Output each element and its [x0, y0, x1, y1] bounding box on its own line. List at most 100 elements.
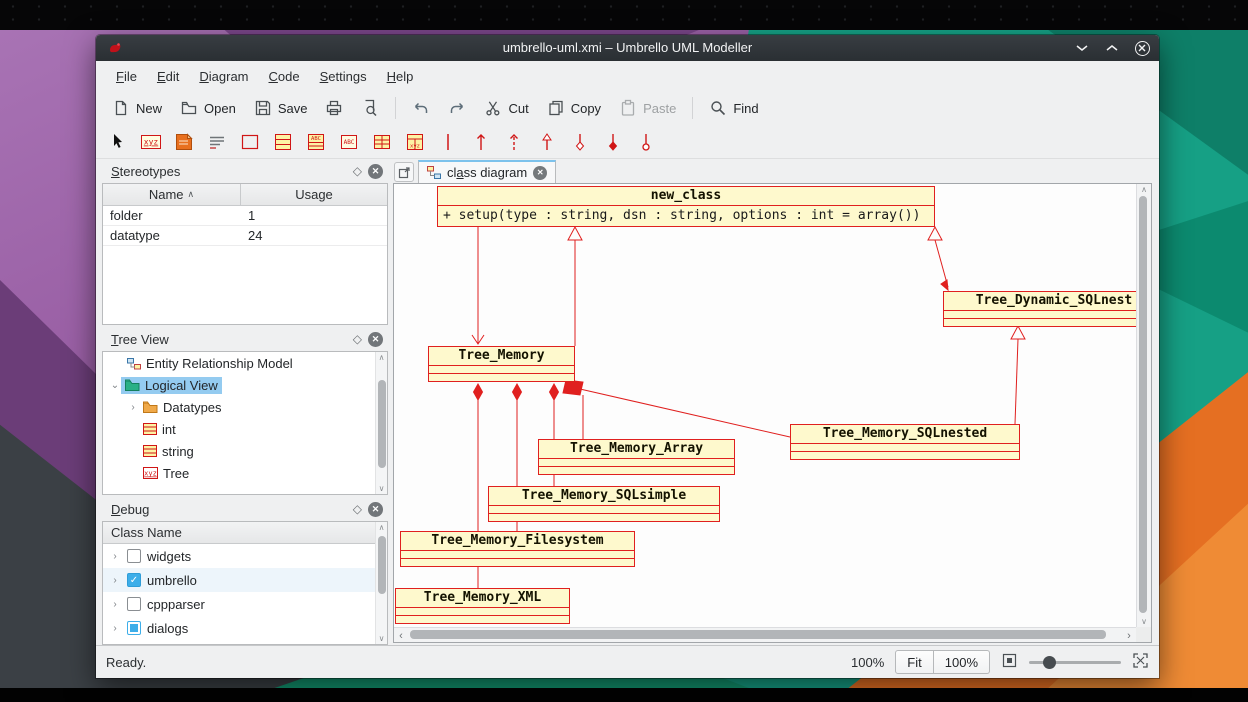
open-button[interactable]: Open [172, 95, 244, 121]
copy-button[interactable]: Copy [539, 95, 609, 121]
checkbox-partial[interactable] [127, 621, 141, 635]
expander-expanded-icon[interactable]: ⌄ [109, 380, 121, 391]
scroll-up-icon[interactable]: ∧ [376, 523, 387, 532]
text-tool[interactable] [205, 130, 229, 154]
zoom-100-button[interactable]: 100% [934, 650, 990, 674]
table-row[interactable]: datatype 24 [103, 226, 387, 246]
dock-float-icon[interactable]: ◇ [353, 333, 362, 345]
scroll-down-icon[interactable]: ∨ [1137, 617, 1151, 626]
menu-code[interactable]: Code [259, 64, 310, 89]
save-button[interactable]: Save [246, 95, 316, 121]
uml-class-tree-dynamic-sqlnest[interactable]: Tree_Dynamic_SQLnest [943, 291, 1136, 327]
tree-item-datatypes[interactable]: › Datatypes [103, 396, 387, 418]
association-tool[interactable] [436, 130, 460, 154]
scrollbar-thumb[interactable] [378, 536, 386, 594]
debug-item-cppparser[interactable]: › cppparser [103, 592, 387, 616]
tree-item-logical-view[interactable]: ⌄ Logical View [103, 374, 387, 396]
uml-class-tree-memory[interactable]: Tree_Memory [428, 346, 575, 382]
object-tool[interactable]: xyz [139, 130, 163, 154]
enum-tool[interactable]: xyz [403, 130, 427, 154]
column-header-usage[interactable]: Usage [241, 184, 387, 205]
menu-settings[interactable]: Settings [310, 64, 377, 89]
directed-association-tool[interactable] [469, 130, 493, 154]
box-tool[interactable] [238, 130, 262, 154]
scrollbar-thumb[interactable] [378, 380, 386, 468]
menu-edit[interactable]: Edit [147, 64, 189, 89]
composition-tool[interactable] [601, 130, 625, 154]
fullscreen-diagram-button[interactable] [1132, 652, 1149, 672]
dock-float-icon[interactable]: ◇ [353, 165, 362, 177]
zoom-slider[interactable] [1029, 655, 1121, 670]
checkbox-checked[interactable] [127, 573, 141, 587]
column-header-name[interactable]: Name ∧ [103, 184, 241, 205]
tree-view-dock-header[interactable]: Tree View ◇ ✕ [102, 327, 388, 351]
aggregation-tool[interactable] [568, 130, 592, 154]
scroll-right-icon[interactable]: › [1122, 628, 1136, 643]
expander-collapsed-icon[interactable]: › [127, 402, 139, 413]
tree-item-string[interactable]: string [103, 440, 387, 462]
undo-button[interactable] [404, 95, 438, 121]
scroll-up-icon[interactable]: ∧ [376, 353, 387, 362]
expander-collapsed-icon[interactable]: › [109, 623, 121, 634]
dependency-tool[interactable] [502, 130, 526, 154]
slider-knob[interactable] [1043, 656, 1056, 669]
scrollbar-thumb[interactable] [410, 630, 1106, 639]
anchor-tool[interactable] [634, 130, 658, 154]
class-name-column-header[interactable]: Class Name [103, 522, 387, 544]
datatype-tool[interactable]: ABC [337, 130, 361, 154]
debug-item-dialogs[interactable]: › dialogs [103, 616, 387, 640]
uml-class-tree-memory-sqlsimple[interactable]: Tree_Memory_SQLsimple [488, 486, 720, 522]
dock-close-icon[interactable]: ✕ [368, 164, 383, 179]
minimize-button[interactable] [1073, 39, 1091, 57]
diagram-canvas[interactable]: new_class + setup(type : string, dsn : s… [394, 184, 1136, 627]
tab-close-icon[interactable]: ✕ [533, 166, 547, 180]
menu-file[interactable]: File [106, 64, 147, 89]
redo-button[interactable] [440, 95, 474, 121]
scrollbar-thumb[interactable] [1139, 196, 1147, 613]
expander-collapsed-icon[interactable]: › [109, 551, 121, 562]
uml-class-tree-memory-array[interactable]: Tree_Memory_Array [538, 439, 735, 475]
dock-close-icon[interactable]: ✕ [368, 332, 383, 347]
tab-class-diagram[interactable]: class diagram ✕ [418, 160, 556, 183]
checkbox-unchecked[interactable] [127, 549, 141, 563]
class-tool[interactable] [271, 130, 295, 154]
uml-class-new-class[interactable]: new_class + setup(type : string, dsn : s… [437, 186, 935, 227]
paste-button[interactable]: Paste [611, 95, 684, 121]
close-button[interactable] [1133, 39, 1151, 57]
expander-collapsed-icon[interactable]: › [109, 575, 121, 586]
scroll-up-icon[interactable]: ∧ [1137, 185, 1151, 194]
debug-dock-header[interactable]: Debug ◇ ✕ [102, 497, 388, 521]
checkbox-unchecked[interactable] [127, 597, 141, 611]
tree-item-tree[interactable]: xyz Tree [103, 462, 387, 484]
tree-item-entity-relationship-model[interactable]: Entity Relationship Model [103, 352, 387, 374]
dock-float-icon[interactable]: ◇ [353, 503, 362, 515]
entity-tool[interactable] [370, 130, 394, 154]
expander-collapsed-icon[interactable]: › [109, 599, 121, 610]
print-preview-button[interactable] [353, 95, 387, 121]
debug-item-widgets[interactable]: › widgets [103, 544, 387, 568]
stereotypes-dock-header[interactable]: Stereotypes ◇ ✕ [102, 159, 388, 183]
uml-class-tree-memory-xml[interactable]: Tree_Memory_XML [395, 588, 570, 624]
scroll-down-icon[interactable]: ∨ [376, 484, 387, 493]
zoom-fit-page-button[interactable] [1001, 652, 1018, 672]
selection-tool[interactable] [106, 130, 130, 154]
uml-class-tree-memory-filesystem[interactable]: Tree_Memory_Filesystem [400, 531, 635, 567]
menu-diagram[interactable]: Diagram [189, 64, 258, 89]
menu-help[interactable]: Help [377, 64, 424, 89]
tree-view-scrollbar[interactable]: ∧ ∨ [375, 352, 387, 494]
table-row[interactable]: folder 1 [103, 206, 387, 226]
new-button[interactable]: New [104, 95, 170, 121]
debug-scrollbar[interactable]: ∧ ∨ [375, 522, 387, 644]
detach-tab-button[interactable] [394, 162, 414, 182]
interface-tool[interactable]: ABC [304, 130, 328, 154]
titlebar[interactable]: umbrello-uml.xmi – Umbrello UML Modeller [96, 35, 1159, 61]
canvas-horizontal-scrollbar[interactable]: ‹ › [394, 627, 1136, 642]
scroll-down-icon[interactable]: ∨ [376, 634, 387, 643]
dock-close-icon[interactable]: ✕ [368, 502, 383, 517]
generalization-tool[interactable] [535, 130, 559, 154]
canvas-vertical-scrollbar[interactable]: ∧ ∨ [1136, 184, 1151, 627]
scroll-left-icon[interactable]: ‹ [394, 628, 408, 643]
fit-button[interactable]: Fit [895, 650, 933, 674]
note-tool[interactable] [172, 130, 196, 154]
find-button[interactable]: Find [701, 95, 766, 121]
